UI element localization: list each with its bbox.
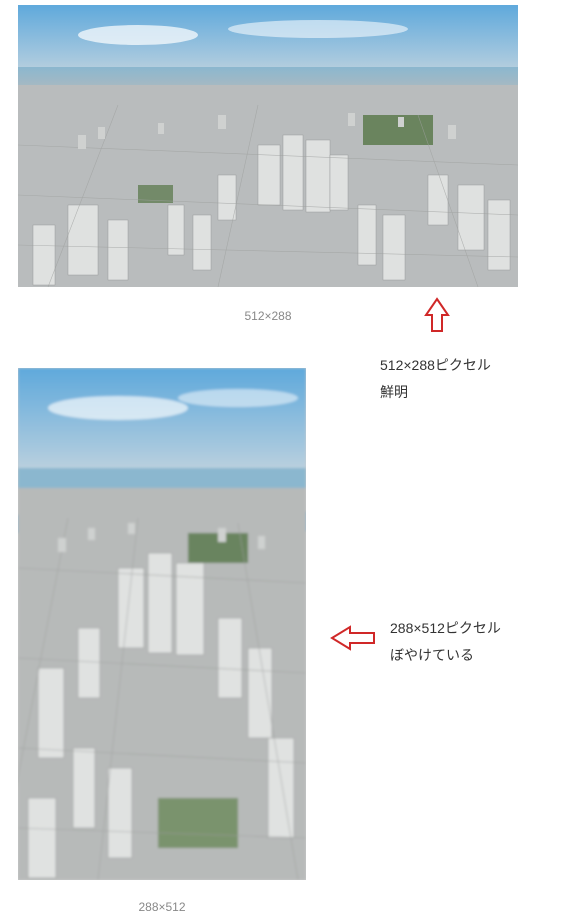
image2-caption: 288×512	[18, 900, 306, 914]
arrow-left-icon	[330, 625, 378, 651]
image1-label: 512×288ピクセル 鮮明	[380, 352, 491, 405]
image2-label-line2: ぼやけている	[390, 647, 474, 663]
image2-label: 288×512ピクセル ぼやけている	[390, 615, 501, 668]
image2-label-line1: 288×512ピクセル	[390, 620, 501, 636]
image1-label-line2: 鮮明	[380, 384, 408, 400]
cityscape-image-landscape	[18, 5, 518, 287]
cityscape-image-portrait	[18, 368, 306, 880]
arrow-up-icon	[424, 297, 450, 335]
image1-label-line1: 512×288ピクセル	[380, 357, 491, 373]
